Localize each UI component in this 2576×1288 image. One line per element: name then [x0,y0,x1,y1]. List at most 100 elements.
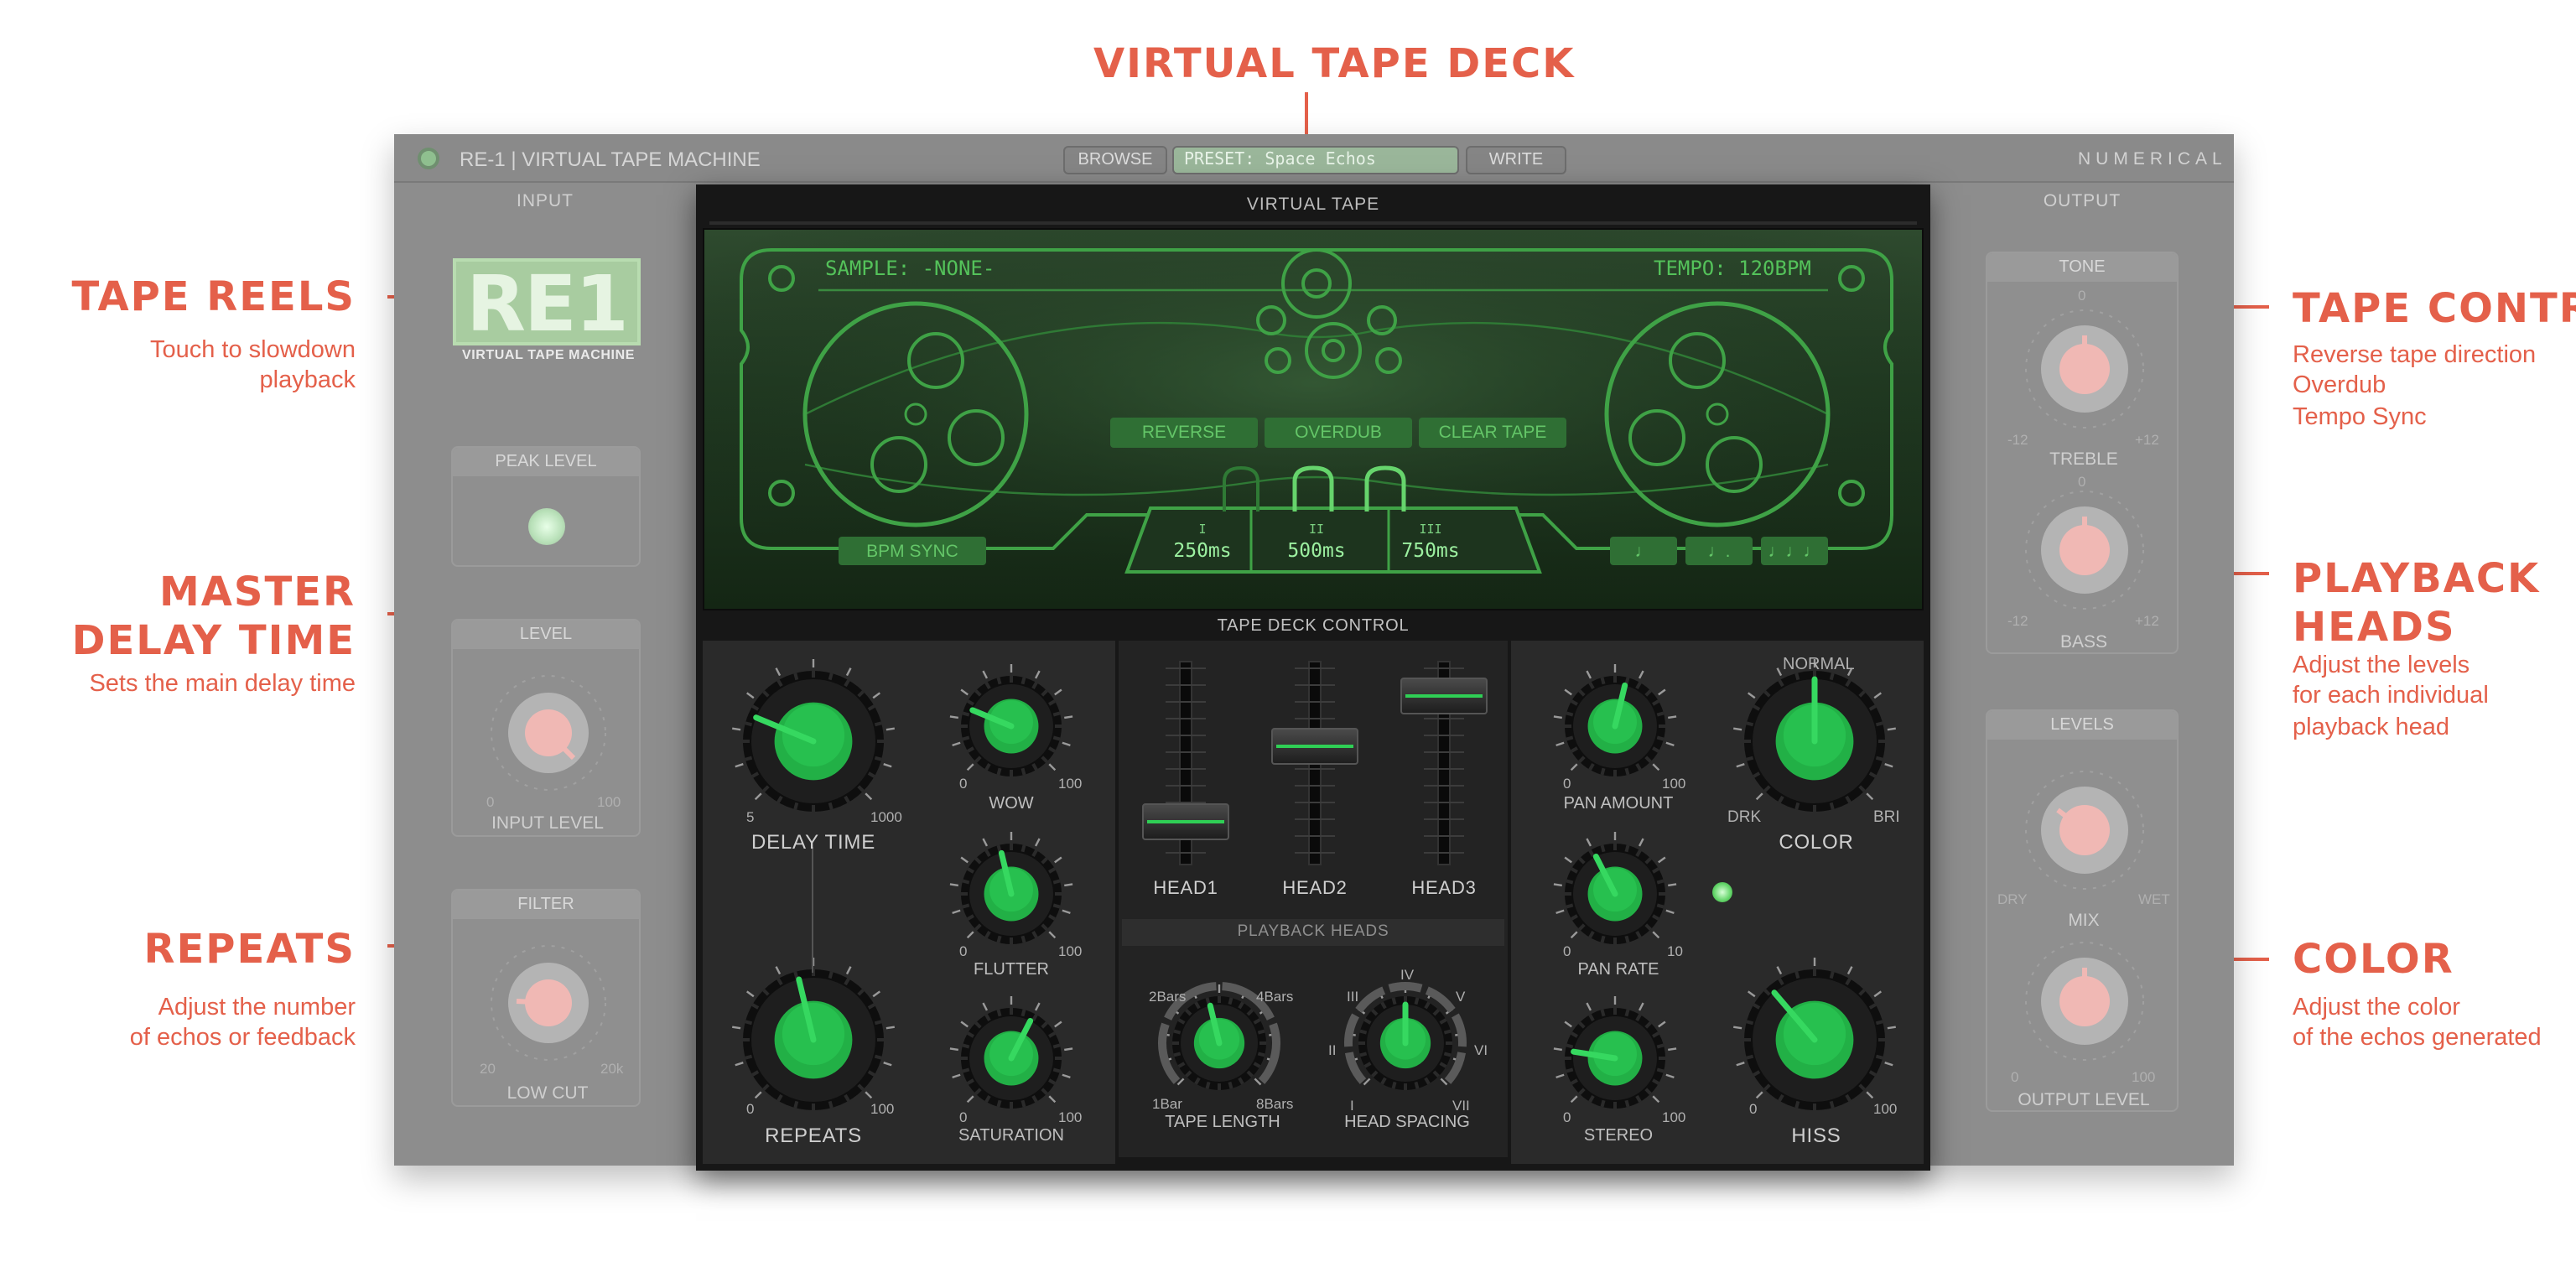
stereo-min: 0 [1563,1109,1571,1125]
head3-fader[interactable] [1400,654,1488,872]
mix-knob[interactable] [2016,761,2153,899]
low-cut-min: 20 [480,1060,496,1077]
callout-playback-title1: PLAYBACK [2293,555,2541,602]
saturation-knob[interactable] [949,996,1073,1109]
callout-master-desc: Sets the main delay time [89,671,356,698]
tape-length-tr: 4Bars [1256,988,1294,1005]
flutter-label: FLUTTER [974,961,1049,979]
head2-label: HEAD2 [1282,879,1348,899]
treble-knob[interactable] [2016,300,2153,438]
pan-rate-knob[interactable] [1553,832,1677,944]
callout-color-desc1: Adjust the color [2293,995,2460,1021]
treble-max: +12 [2135,431,2159,448]
low-cut-knob[interactable] [480,934,617,1072]
stereo-label: STEREO [1583,1127,1654,1145]
tone-panel: TONE 0 -12 +12 TREBLE 0 -12 +12 BASS [1986,252,2179,654]
stereo-max: 100 [1662,1109,1686,1125]
callout-tape-reels-desc1: Touch to slowdown [149,337,356,364]
wow-knob[interactable] [949,664,1073,776]
filter-panel: FILTER 20 20k LOW CUT [451,889,641,1107]
write-button[interactable]: WRITE [1466,146,1566,174]
level-header: LEVEL [453,621,639,649]
callout-color-title: COLOR [2293,936,2454,983]
color-min: DRK [1727,808,1762,827]
hiss-min: 0 [1749,1100,1758,1117]
head-spacing-mark-1: I [1350,1097,1354,1114]
callout-playback-desc3: playback head [2293,714,2450,741]
callout-tape-reels-desc2: playback [259,367,356,394]
head3-label: HEAD3 [1411,879,1477,899]
callout-playback-desc2: for each individual [2293,683,2489,709]
repeats-label: REPEATS [765,1124,862,1147]
mix-label: MIX [2068,911,2100,931]
head-spacing-label: HEAD SPACING [1344,1114,1470,1132]
plugin-title: RE-1 | VIRTUAL TAPE MACHINE [460,148,761,171]
callout-repeats-title: REPEATS [143,926,356,973]
flutter-knob[interactable] [949,832,1073,944]
peak-led [528,508,565,545]
hiss-knob[interactable] [1733,958,1896,1110]
logo-subtitle: VIRTUAL TAPE MACHINE [461,347,636,362]
preset-value: Space Echos [1265,151,1376,169]
pan-amount-knob[interactable] [1553,664,1677,776]
tape-deck-panel: VIRTUAL TAPE SAMPLE: -NONE- TEMPO: 120BP… [696,184,1930,1171]
delay-time-knob[interactable] [732,659,895,812]
color-knob[interactable] [1733,659,1896,812]
hiss-max: 100 [1873,1100,1898,1117]
head-spacing-mark-2: II [1328,1041,1337,1058]
browse-button[interactable]: BROWSE [1063,146,1167,174]
wow-max: 100 [1058,775,1083,792]
repeats-knob[interactable] [732,958,895,1110]
callout-master-title2: DELAY TIME [71,617,356,664]
filter-header: FILTER [453,891,639,919]
saturation-label: SATURATION [958,1127,1064,1145]
delay-time-min: 5 [746,808,755,825]
bass-min: -12 [2007,612,2028,629]
callout-color-desc2: of the echos generated [2293,1025,2542,1052]
flutter-min: 0 [959,943,968,959]
treble-min: -12 [2007,431,2028,448]
input-level-max: 100 [597,793,621,810]
head-spacing-mark-7: VII [1452,1097,1470,1114]
stereo-knob[interactable] [1553,996,1677,1109]
power-icon[interactable] [418,148,439,169]
bass-max: +12 [2135,612,2159,629]
pan-amount-label: PAN AMOUNT [1563,795,1674,813]
preset-display[interactable]: PRESET: Space Echos [1172,146,1459,174]
tape-length-br: 8Bars [1256,1095,1294,1112]
levels-panel: LEVELS DRY WET MIX 0 100 OUTPUT LEVEL [1986,709,2179,1112]
levels-header: LEVELS [1987,711,2177,740]
delay-time-max: 1000 [870,808,902,825]
input-level-min: 0 [486,793,495,810]
callout-tape-control-desc2: Overdub [2293,372,2386,399]
peak-level-panel: PEAK LEVEL [451,446,641,567]
input-level-knob[interactable] [480,664,617,802]
pan-rate-min: 0 [1563,943,1571,959]
color-top: NORMAL [1783,656,1855,674]
mix-max: WET [2138,891,2170,907]
callout-master-title1: MASTER [159,569,356,615]
delay-time-label: DELAY TIME [750,830,876,854]
bass-knob[interactable] [2016,481,2153,619]
top-bar: RE-1 | VIRTUAL TAPE MACHINE BROWSE PRESE… [394,134,2234,183]
saturation-min: 0 [959,1109,968,1125]
tape-length-tl: 2Bars [1149,988,1187,1005]
callout-repeats-desc1: Adjust the number [158,995,356,1021]
callout-repeats-desc2: of echos or feedback [129,1025,356,1052]
wow-min: 0 [959,775,968,792]
input-header: INPUT [517,191,574,211]
callout-playback-desc1: Adjust the levels [2293,652,2470,679]
output-level-knob[interactable] [2016,932,2153,1070]
low-cut-label: LOW CUT [506,1083,589,1104]
tape-length-bl: 1Bar [1152,1095,1182,1112]
color-max: BRI [1873,808,1900,827]
output-level-min: 0 [2011,1068,2019,1085]
color-label: COLOR [1779,830,1854,854]
treble-label: TREBLE [2049,449,2118,470]
pan-amount-min: 0 [1563,775,1571,792]
head1-fader[interactable] [1142,654,1229,872]
low-cut-max: 20k [600,1060,624,1077]
head1-label: HEAD1 [1153,879,1218,899]
head2-fader[interactable] [1271,654,1358,872]
saturation-max: 100 [1058,1109,1083,1125]
